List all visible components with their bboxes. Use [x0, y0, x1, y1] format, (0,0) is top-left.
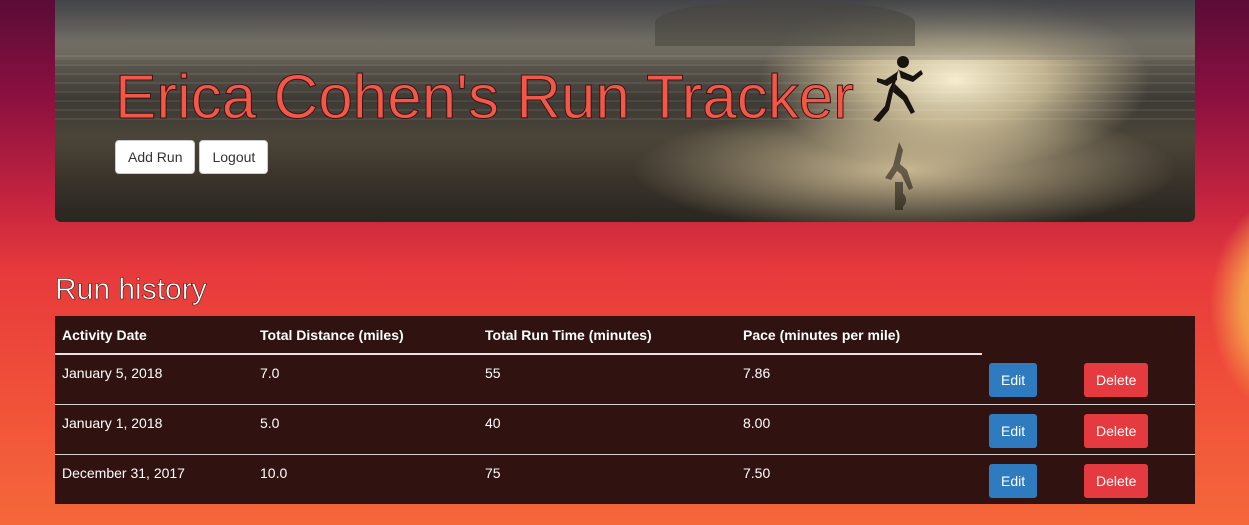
cell-edit: Edit — [982, 453, 1077, 504]
cell-time: 40 — [478, 403, 736, 454]
beach-runner-image — [873, 56, 923, 210]
delete-button[interactable]: Delete — [1084, 463, 1149, 498]
hero-hill — [655, 0, 915, 46]
add-run-button[interactable]: Add Run — [115, 140, 196, 174]
cell-pace: 7.86 — [743, 365, 771, 381]
cell-time: 55 — [485, 365, 501, 381]
cell-pace: 8.00 — [736, 403, 982, 454]
delete-button[interactable]: Delete — [1084, 363, 1149, 397]
cell-date: January 1, 2018 — [55, 403, 253, 454]
page: Erica Cohen's Run Tracker Add Run Logout… — [55, 0, 1195, 504]
column-header-distance: Total Distance (miles) — [253, 316, 478, 355]
edit-button[interactable]: Edit — [989, 413, 1038, 448]
cell-delete: Delete — [1077, 403, 1195, 454]
column-header-pace: Pace (minutes per mile) — [736, 316, 982, 355]
cell-distance: 5.0 — [253, 403, 478, 454]
hero-sky — [55, 0, 1195, 60]
cell-distance: 7.0 — [260, 365, 280, 381]
section-title: Run history — [55, 273, 207, 307]
hero-actions: Add Run Logout — [115, 140, 269, 174]
table-row: December 31, 2017 10.0 75 7.50 Edit Dele… — [55, 453, 1195, 504]
cell-pace: 7.50 — [736, 453, 982, 504]
cell-edit: Edit — [982, 403, 1077, 454]
cell-edit: Edit — [982, 354, 1077, 404]
table-row: January 5, 2018 7.0 55 7.86 Edit Delete — [55, 354, 1195, 404]
table-header-row: Activity Date Total Distance (miles) Tot… — [55, 316, 1195, 355]
hero-banner: Erica Cohen's Run Tracker Add Run Logout — [55, 0, 1195, 222]
column-header-edit — [982, 316, 1077, 354]
delete-button[interactable]: Delete — [1084, 413, 1149, 448]
logout-button[interactable]: Logout — [199, 140, 269, 174]
cell-distance: 10.0 — [253, 453, 478, 504]
column-header-date: Activity Date — [55, 316, 253, 355]
cell-date: January 5, 2018 — [62, 365, 163, 381]
cell-delete: Delete — [1077, 453, 1195, 504]
edit-button[interactable]: Edit — [989, 463, 1038, 498]
page-title: Erica Cohen's Run Tracker — [115, 63, 855, 133]
cell-time: 75 — [478, 453, 736, 504]
run-history-table: Activity Date Total Distance (miles) Tot… — [55, 316, 1195, 504]
cell-delete: Delete — [1077, 354, 1195, 404]
cell-date: December 31, 2017 — [55, 453, 253, 504]
column-header-delete — [1077, 316, 1195, 354]
edit-button[interactable]: Edit — [989, 363, 1038, 397]
table-row: January 1, 2018 5.0 40 8.00 Edit Delete — [55, 403, 1195, 454]
column-header-time: Total Run Time (minutes) — [478, 316, 736, 355]
